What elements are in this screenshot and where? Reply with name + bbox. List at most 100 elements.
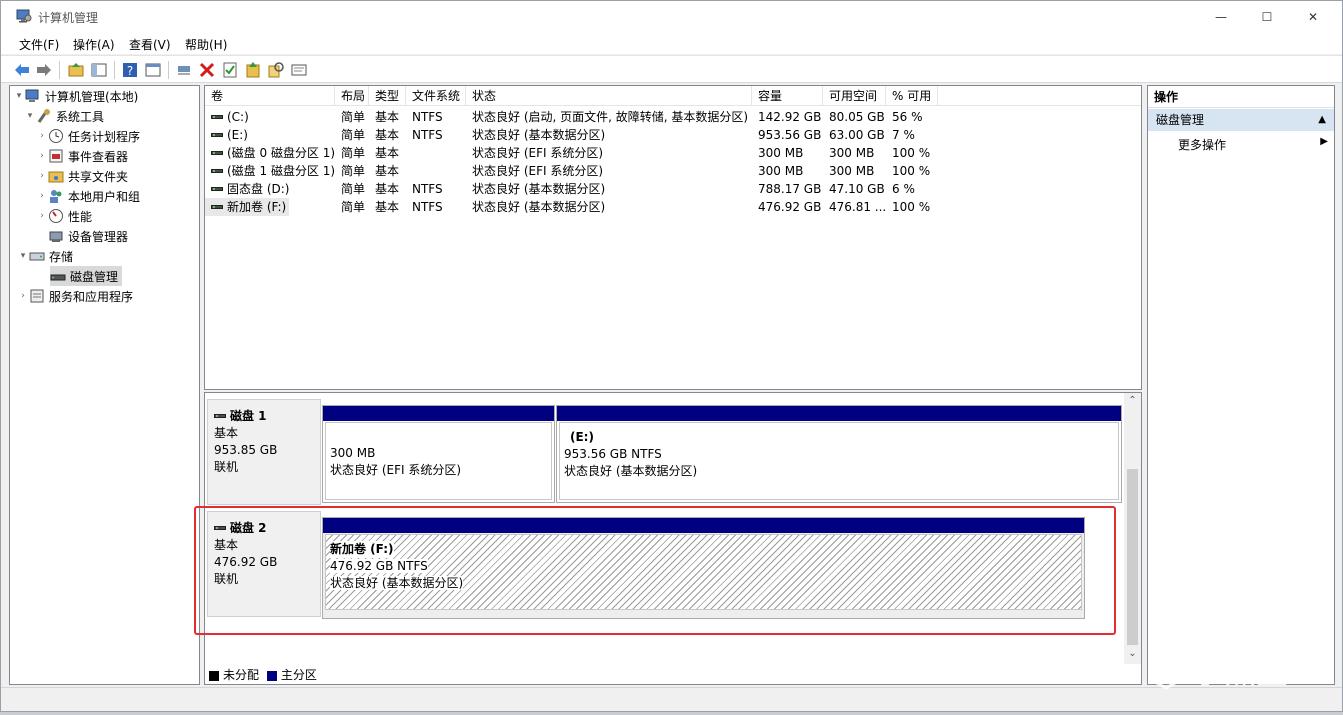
expand-arrow-icon[interactable]: › [17,291,29,301]
tree-item-system-tools[interactable]: ▾ 系统工具 [24,106,104,126]
properties-icon[interactable] [221,61,239,79]
volume-list: 卷 布局 类型 文件系统 状态 容量 可用空间 % 可用 (C:) 简单 基本 … [204,85,1142,390]
tree-label: 存储 [49,249,74,264]
tree-item-shared-folders[interactable]: › 共享文件夹 [36,166,128,186]
column-percent-free[interactable]: % 可用 [886,86,938,106]
rescan-icon[interactable] [290,61,308,79]
volume-filesystem: NTFS [412,128,443,142]
menu-file[interactable]: 文件(F) [19,36,59,53]
system-tools-icon [37,109,50,123]
column-status[interactable]: 状态 [466,86,752,106]
expand-arrow-icon[interactable]: › [36,211,48,221]
volume-row[interactable]: (磁盘 1 磁盘分区 1) 简单 基本 状态良好 (EFI 系统分区) 300 … [205,162,1141,180]
tree-item-device-manager[interactable]: 设备管理器 [48,226,128,246]
volume-row[interactable]: (磁盘 0 磁盘分区 1) 简单 基本 状态良好 (EFI 系统分区) 300 … [205,144,1141,162]
tree-item-performance[interactable]: › 性能 [36,206,92,226]
column-filesystem[interactable]: 文件系统 [406,86,466,106]
collapse-arrow-icon[interactable]: ▾ [17,251,29,261]
tree-item-storage[interactable]: ▾ 存储 [17,246,73,266]
tree-item-task-scheduler[interactable]: › 任务计划程序 [36,126,140,146]
expand-arrow-icon[interactable]: › [36,171,48,181]
partition-efi-disk1[interactable]: 300 MB 状态良好 (EFI 系统分区) [322,405,555,503]
volume-layout: 简单 [341,182,366,196]
volume-layout: 简单 [341,110,366,124]
collapse-arrow-icon[interactable]: ▾ [24,111,36,121]
volume-type: 基本 [375,110,400,124]
partition-type-bar [323,406,554,421]
volume-filesystem [406,144,466,162]
tree-item-disk-management[interactable]: 磁盘管理 [50,266,123,286]
tree-item-local-users[interactable]: › 本地用户和组 [36,186,140,206]
close-button[interactable]: ✕ [1290,1,1336,32]
tree-item-services-apps[interactable]: › 服务和应用程序 [17,286,133,306]
volume-status: 状态良好 (启动, 页面文件, 故障转储, 基本数据分区) [472,110,749,124]
scroll-down-icon[interactable]: ⌄ [1124,648,1141,662]
menu-help[interactable]: 帮助(H) [185,36,227,53]
more-actions-label: 更多操作 [1178,138,1227,152]
volume-icon [211,168,223,173]
up-folder-icon[interactable] [67,61,85,79]
title-bar: 计算机管理 — ☐ ✕ [1,1,1342,32]
toolbar-separator [168,61,169,79]
legend: 未分配 主分区 [209,666,317,684]
console-icon[interactable] [144,61,162,79]
device-manager-icon [49,231,63,242]
volume-status: 状态良好 (基本数据分区) [472,182,606,196]
delete-icon[interactable] [198,61,216,79]
heybox-logo-icon [1148,650,1184,690]
volume-row[interactable]: (E:) 简单 基本 NTFS 状态良好 (基本数据分区) 953.56 GB … [205,126,1141,144]
minimize-button[interactable]: — [1198,1,1244,32]
actions-section-disk-management[interactable]: 磁盘管理 ▲ [1148,109,1334,131]
volume-type: 基本 [375,146,400,160]
volume-layout: 简单 [341,200,366,214]
scroll-up-icon[interactable]: ⌃ [1124,395,1141,409]
volume-free-space: 300 MB [829,164,875,178]
refresh-icon[interactable] [244,61,262,79]
volume-row[interactable]: (C:) 简单 基本 NTFS 状态良好 (启动, 页面文件, 故障转储, 基本… [205,108,1141,126]
volume-status: 状态良好 (基本数据分区) [472,128,606,142]
expand-arrow-icon[interactable]: › [36,151,48,161]
show-hide-tree-icon[interactable] [90,61,108,79]
toolbar-separator [59,61,60,79]
tree-item-root[interactable]: ▾ 计算机管理(本地) [13,86,138,106]
volume-icon [211,114,223,119]
vertical-scrollbar[interactable]: ⌃ ⌄ [1124,393,1141,664]
partition-e[interactable]: (E:) 953.56 GB NTFS 状态良好 (基本数据分区) [556,405,1122,503]
maximize-button[interactable]: ☐ [1244,1,1290,32]
volume-list-header: 卷 布局 类型 文件系统 状态 容量 可用空间 % 可用 [205,86,1141,106]
expand-arrow-icon[interactable]: › [36,131,48,141]
tree-label: 服务和应用程序 [49,289,134,304]
forward-icon[interactable] [35,61,53,79]
connect-icon[interactable] [175,61,193,79]
column-volume[interactable]: 卷 [205,86,335,106]
column-free-space[interactable]: 可用空间 [823,86,886,106]
scrollbar-thumb[interactable] [1127,469,1138,645]
volume-status: 状态良好 (EFI 系统分区) [472,164,604,178]
volume-row[interactable]: 固态盘 (D:) 简单 基本 NTFS 状态良好 (基本数据分区) 788.17… [205,180,1141,198]
collapse-arrow-icon[interactable]: ▾ [13,91,25,101]
partition-status: 状态良好 (基本数据分区) [564,464,698,478]
tree-label: 设备管理器 [68,229,129,244]
partition-type-bar [557,406,1121,421]
expand-arrow-icon[interactable]: › [36,191,48,201]
volume-layout: 简单 [341,146,366,160]
menu-action[interactable]: 操作(A) [73,36,115,53]
more-actions-item[interactable]: 更多操作 ▶ [1178,136,1328,156]
computer-management-icon [16,9,32,23]
collapse-caret-icon[interactable]: ▲ [1318,109,1326,131]
disk-name: 磁盘 1 [230,409,267,423]
volume-capacity: 476.92 GB [758,200,822,214]
column-layout[interactable]: 布局 [335,86,369,106]
column-capacity[interactable]: 容量 [752,86,823,106]
performance-icon [49,209,63,223]
help-icon[interactable]: ? [121,61,139,79]
back-icon[interactable] [13,61,31,79]
search-icon[interactable] [267,61,285,79]
disk-1-info[interactable]: 磁盘 1 基本 953.85 GB 联机 [207,399,321,505]
volume-percent-free: 7 % [892,128,915,142]
menu-view[interactable]: 查看(V) [129,36,171,53]
volume-row[interactable]: 新加卷 (F:) 简单 基本 NTFS 状态良好 (基本数据分区) 476.92… [205,198,1141,216]
console-tree: ▾ 计算机管理(本地) ▾ 系统工具 › 任务计划程序 › 事件查看器 › 共享… [9,85,200,685]
tree-item-event-viewer[interactable]: › 事件查看器 [36,146,128,166]
column-type[interactable]: 类型 [369,86,406,106]
